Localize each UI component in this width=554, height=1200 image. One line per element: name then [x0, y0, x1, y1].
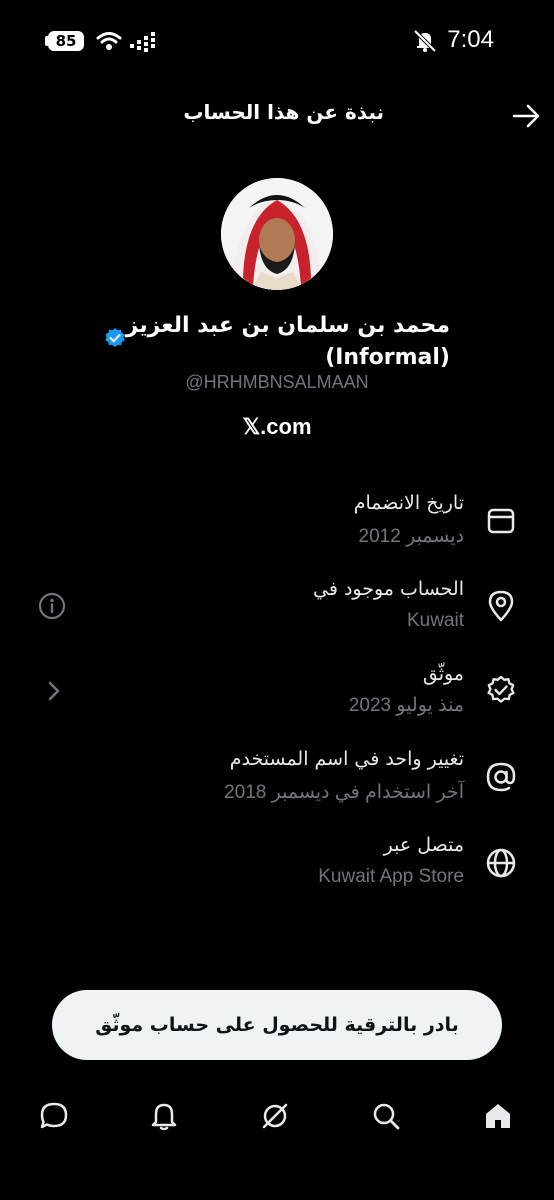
home-icon[interactable] — [482, 1100, 514, 1132]
grok-icon[interactable] — [259, 1100, 291, 1132]
wifi-icon — [96, 32, 122, 50]
globe-icon — [486, 848, 516, 878]
joined-date: ديسمبر 2012 — [358, 526, 464, 547]
upgrade-verified-button[interactable]: بادر بالترقية للحصول على حساب موثّق — [52, 990, 502, 1060]
bell-muted-icon — [413, 29, 437, 53]
chevron-left-icon[interactable] — [40, 676, 70, 706]
verified-since: منذ يوليو 2023 — [348, 695, 464, 716]
avatar-image — [221, 178, 333, 290]
at-sign-icon — [486, 762, 516, 792]
avatar[interactable] — [221, 178, 333, 290]
verified-title: موثّق — [422, 663, 464, 685]
location-value: Kuwait — [406, 610, 464, 631]
location-title: الحساب موجود في — [313, 578, 464, 600]
connected-via-title: متصل عبر — [383, 834, 464, 856]
notifications-icon[interactable] — [148, 1100, 180, 1132]
back-arrow-icon[interactable] — [510, 100, 542, 132]
signal-icon — [130, 32, 155, 52]
verified-check-icon — [487, 675, 515, 703]
page-title: نبذة عن هذا الحساب — [183, 100, 384, 124]
profile-name-line2: (Informal) — [325, 345, 450, 370]
profile-handle: @HRHMBNSALMAAN — [185, 372, 369, 392]
clock: 7:04 — [447, 26, 494, 53]
location-pin-icon — [488, 590, 514, 622]
info-icon[interactable] — [37, 591, 67, 621]
username-change-detail: آخر استخدام في ديسمبر 2018 — [224, 782, 464, 803]
battery-indicator: 85 — [48, 31, 84, 51]
status-bar: 85 7:04 — [0, 24, 554, 58]
connected-via-value: Kuwait App Store — [318, 866, 464, 887]
username-change-title: تغيير واحد في اسم المستخدم — [229, 748, 464, 770]
verified-badge-icon[interactable] — [104, 327, 126, 349]
profile-name: محمد بن سلمان بن عبد العزيز (Informal) — [110, 310, 450, 374]
calendar-icon — [487, 508, 515, 534]
joined-title: تاريخ الانضمام — [353, 492, 464, 514]
source-label: 𝕏.com — [242, 414, 312, 439]
profile-name-line1: محمد بن سلمان بن عبد العزيز — [125, 313, 450, 338]
messages-icon[interactable] — [38, 1100, 70, 1132]
search-icon[interactable] — [370, 1100, 402, 1132]
